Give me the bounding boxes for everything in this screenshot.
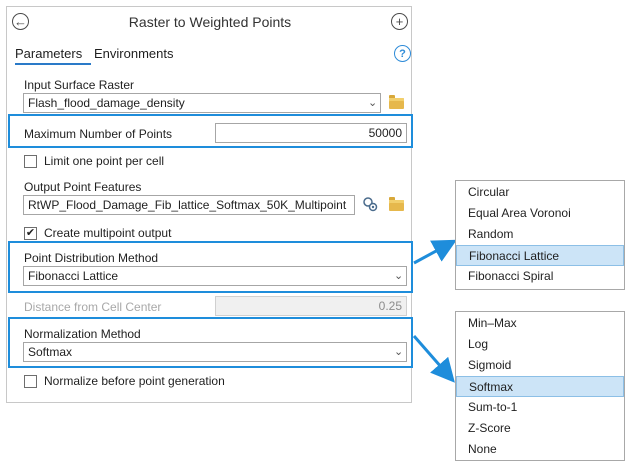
chevron-down-icon[interactable]: ⌄ [368,96,377,109]
point-distribution-label: Point Distribution Method [24,251,159,265]
create-multipoint-checkbox[interactable]: ✔ [24,227,37,240]
active-tab-indicator [15,63,91,65]
distribution-options-list: Circular Equal Area Voronoi Random Fibon… [455,180,625,290]
distribution-arrow [413,239,457,265]
normalization-dropdown[interactable]: Softmax [23,342,407,362]
max-points-input[interactable]: 50000 [215,123,407,143]
list-item[interactable]: Log [456,334,624,355]
max-points-label: Maximum Number of Points [24,127,173,141]
list-item[interactable]: Z-Score [456,418,624,439]
distance-from-center-label: Distance from Cell Center [24,300,162,314]
input-surface-raster-value: Flash_flood_damage_density [28,96,185,110]
point-distribution-dropdown[interactable]: Fibonacci Lattice [23,266,407,286]
input-surface-raster-label: Input Surface Raster [24,78,135,92]
list-item-selected[interactable]: Fibonacci Lattice [456,245,624,266]
normalization-options-list: Min–Max Log Sigmoid Softmax Sum-to-1 Z-S… [455,311,625,461]
list-item[interactable]: Equal Area Voronoi [456,203,624,224]
help-icon[interactable]: ? [394,45,411,62]
normalization-arrow [412,335,455,383]
folder-icon[interactable] [389,95,404,109]
plus-icon[interactable]: + [391,13,408,30]
dataset-properties-icon[interactable] [362,196,378,212]
list-item[interactable]: Sum-to-1 [456,397,624,418]
normalize-before-label: Normalize before point generation [44,374,225,388]
list-item[interactable]: Fibonacci Spiral [456,266,624,287]
tab-environments[interactable]: Environments [94,46,173,61]
list-item[interactable]: Circular [456,182,624,203]
output-point-features-field[interactable]: RtWP_Flood_Damage_Fib_lattice_Softmax_50… [23,195,355,215]
normalization-label: Normalization Method [24,327,141,341]
normalization-value: Softmax [28,345,73,359]
point-distribution-value: Fibonacci Lattice [28,269,119,283]
tab-parameters[interactable]: Parameters [15,46,82,61]
callout-arrows [412,239,457,383]
limit-one-point-checkbox[interactable] [24,155,37,168]
normalize-before-checkbox[interactable] [24,375,37,388]
distance-from-center-input: 0.25 [215,296,407,316]
output-point-features-label: Output Point Features [24,180,142,194]
list-item[interactable]: Min–Max [456,313,624,334]
geoprocessing-pane: ← Raster to Weighted Points + Parameters… [6,6,413,403]
list-item-selected[interactable]: Softmax [456,376,624,397]
tool-title: Raster to Weighted Points [128,14,292,30]
limit-one-point-label: Limit one point per cell [44,154,165,168]
input-surface-raster-field[interactable]: Flash_flood_damage_density [23,93,381,113]
output-folder-icon[interactable] [389,197,404,211]
create-multipoint-label: Create multipoint output [44,226,172,240]
list-item[interactable]: Sigmoid [456,355,624,376]
output-point-features-value: RtWP_Flood_Damage_Fib_lattice_Softmax_50… [28,198,347,212]
list-item[interactable]: Random [456,224,624,245]
list-item[interactable]: None [456,439,624,460]
